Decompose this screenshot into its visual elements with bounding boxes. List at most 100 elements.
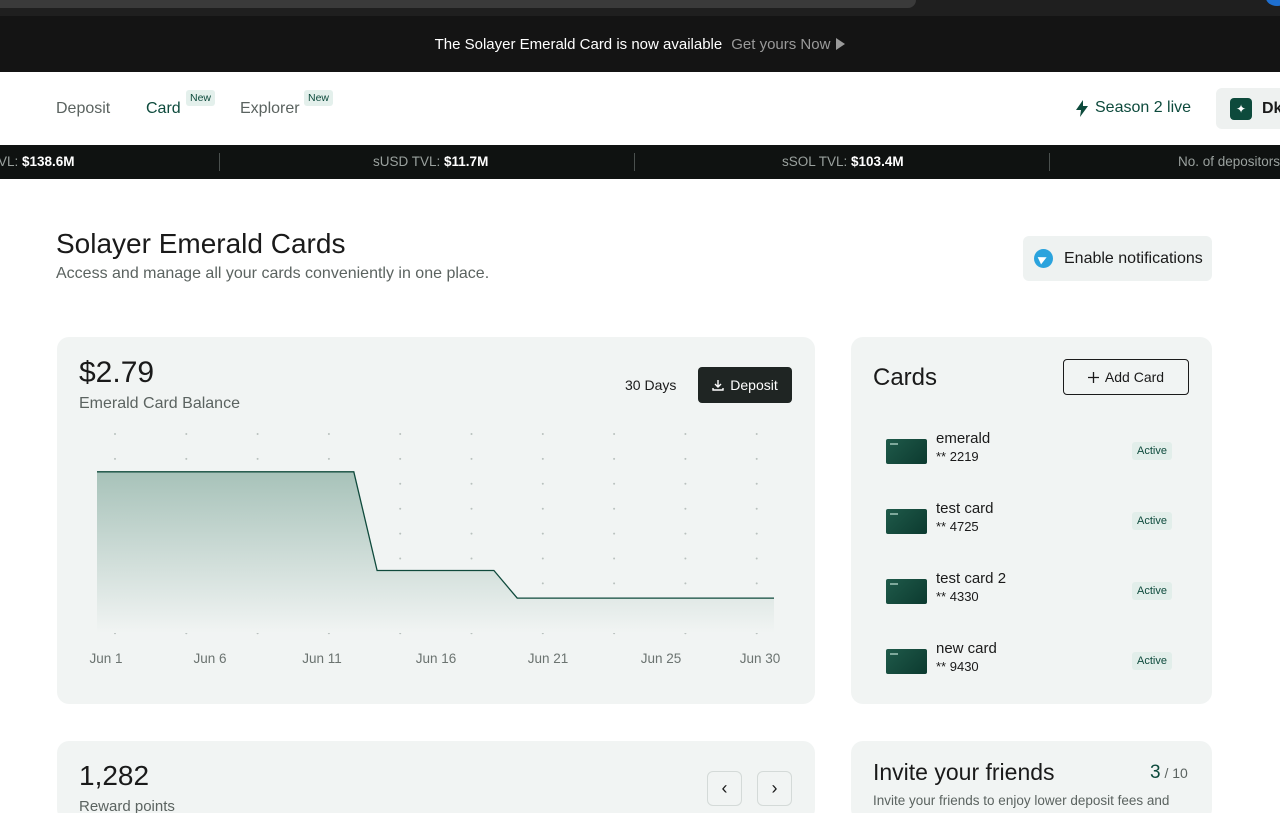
chart-grid-dot [613,532,616,535]
ticker-item: sSOL TVL: $103.4M [782,154,904,169]
chart-grid-dot [399,457,402,460]
deposit-button[interactable]: Deposit [698,367,792,403]
card-name: new card [936,640,997,657]
nav-card-new-badge: New [186,90,216,106]
card-status-badge: Active [1132,442,1172,460]
card-status-badge: Active [1132,512,1172,530]
chart-x-tick-label: Jun 21 [528,651,569,666]
download-icon [712,380,724,391]
chart-grid-dot [541,582,544,585]
card-name: emerald [936,430,991,447]
announcement-link[interactable]: Get yours Now [731,35,846,53]
invite-description: Invite your friends to enjoy lower depos… [873,793,1170,808]
chevron-left-icon: ‹ [721,778,728,798]
chart-grid-dot [684,557,687,560]
season-link[interactable]: Season 2 live [1076,99,1191,117]
chart-grid-dot [327,433,330,435]
chart-grid-dot [470,482,473,485]
card-list-item[interactable]: new card ** 9430 Active [886,640,1186,690]
chart-grid-dot [684,457,687,460]
ticker-label: sUSD TVL: [373,154,445,169]
card-name: test card 2 [936,570,1007,587]
card-number: ** 4725 [936,519,979,534]
card-thumbnail [886,439,927,464]
chart-grid-dot [185,433,188,435]
add-card-button[interactable]: Add Card [1063,359,1189,395]
card-thumbnail [886,649,927,674]
season-label: Season 2 live [1095,99,1192,116]
chart-grid-dot [541,433,544,435]
announcement-link-label: Get yours Now [731,35,831,53]
chart-grid-dot [755,582,758,585]
balance-chart: Jun 1 Jun 6 Jun 11 Jun 16 Jun 21 Jun 25 Jun 30 [89,433,781,666]
chart-grid-dot [399,507,402,510]
prev-button[interactable]: ‹ [707,771,742,806]
enable-notifications-button[interactable]: Enable notifications [1023,236,1212,281]
card-list-item[interactable]: test card ** 4725 Active [886,500,1186,550]
nav-item-deposit[interactable]: Deposit [56,100,110,118]
profile-avatar[interactable] [1266,0,1280,6]
deposit-button-label: Deposit [730,377,778,393]
range-selector[interactable]: 30 Days [625,377,676,393]
chart-grid-dot [755,457,758,460]
card-status-badge: Active [1132,582,1172,600]
card-list-item[interactable]: test card 2 ** 4330 Active [886,570,1186,620]
ticker-label: sSOL TVL: [782,154,852,169]
ticker-item: sUSD TVL: $11.7M [373,154,488,169]
chart-grid-dot [613,433,616,435]
chart-grid-dot [256,457,259,460]
plus-icon [1087,371,1099,383]
chart-x-tick-label: Jun 30 [740,651,781,666]
announcement-message: The Solayer Emerald Card is now availabl… [434,35,723,53]
chart-grid-dot [256,433,259,435]
chart-grid-dot [470,532,473,535]
chevron-right-icon: › [771,778,778,798]
chart-grid-dot [755,507,758,510]
cards-title: Cards [873,364,938,391]
chart-grid-dot [470,507,473,510]
balance-label: Emerald Card Balance [79,395,240,412]
page-title: Solayer Emerald Cards [56,228,346,259]
chart-grid-dot [684,507,687,510]
next-button[interactable]: › [757,771,792,806]
top-nav: Deposit Card New Explorer New Season 2 l… [0,72,1280,145]
chart-grid-dot [114,457,116,460]
chart-grid-dot [541,557,544,560]
browser-top-strip [0,0,1280,16]
ticker-item: VL: $138.6M [0,154,75,169]
chart-grid-dot [470,433,473,435]
nav-item-explorer[interactable]: Explorer [240,100,300,118]
card-number: ** 9430 [936,659,979,674]
address-bar[interactable] [0,0,916,8]
chart-grid-dot [755,433,758,435]
bolt-icon [1076,99,1088,117]
card-thumbnail [886,509,927,534]
ticker-value: $11.7M [444,154,489,169]
enable-notifications-label: Enable notifications [1064,249,1203,267]
chart-grid-dot [613,557,616,560]
chart-x-tick-label: Jun 16 [416,651,457,666]
chart-grid-dot [399,482,402,485]
card-list-item[interactable]: emerald ** 2219 Active [886,430,1186,480]
card-number: ** 4330 [936,589,979,604]
card-thumbnail [886,579,927,604]
ticker-divider [634,153,635,171]
chart-grid-dot [755,532,758,535]
chart-grid-dot [470,557,473,560]
chart-grid-dot [684,433,687,435]
chart-grid-dot [541,482,544,485]
chart-grid-dot [399,557,402,560]
nav-item-card[interactable]: Card [146,100,181,118]
invite-count: 3 / 10 [1150,762,1188,784]
invite-title: Invite your friends [873,759,1055,785]
chart-x-tick-label: Jun 25 [641,651,682,666]
chart-grid-dot [470,457,473,460]
ticker-label: VL: [0,154,23,169]
card-name: test card [936,500,994,517]
chart-x-tick-label: Jun 11 [302,651,342,666]
chart-grid-dot [327,457,330,460]
wallet-button[interactable]: ✦ Dk [1216,88,1280,129]
chart-grid-dot [399,433,402,435]
chart-grid-dot [755,482,758,485]
ticker-divider [219,153,220,171]
